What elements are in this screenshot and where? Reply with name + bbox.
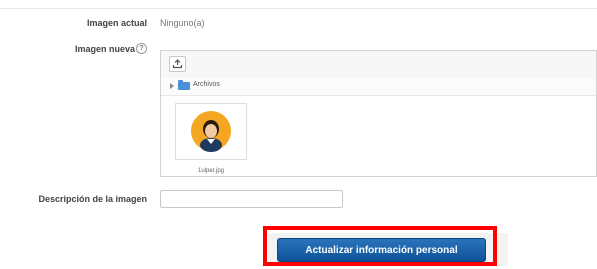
- expand-arrow-icon[interactable]: [170, 83, 174, 89]
- file-name: 1ulper.jpg: [197, 168, 225, 174]
- upload-button[interactable]: [169, 56, 186, 72]
- help-icon[interactable]: ?: [136, 43, 147, 54]
- file-picker-toolbar: [161, 51, 596, 79]
- current-image-value: Ninguno(a): [160, 18, 205, 28]
- image-description-input[interactable]: [160, 190, 343, 208]
- file-thumbnail[interactable]: [175, 103, 247, 160]
- update-profile-button[interactable]: Actualizar información personal: [277, 238, 486, 262]
- new-image-label: Imagen nueva: [74, 44, 135, 54]
- folder-icon: [178, 80, 190, 90]
- file-picker[interactable]: Archivos 1ulper.jpg: [160, 50, 597, 177]
- image-description-label: Descripción de la imagen: [38, 194, 147, 204]
- file-picker-path-bar: Archivos: [161, 78, 596, 96]
- upload-icon: [172, 59, 183, 69]
- path-label[interactable]: Archivos: [193, 81, 220, 88]
- user-avatar-icon: [191, 111, 231, 152]
- current-image-label: Imagen actual: [86, 18, 147, 28]
- divider: [0, 8, 597, 9]
- edit-profile-form: Imagen actual Ninguno(a) Imagen nueva ? …: [0, 0, 597, 269]
